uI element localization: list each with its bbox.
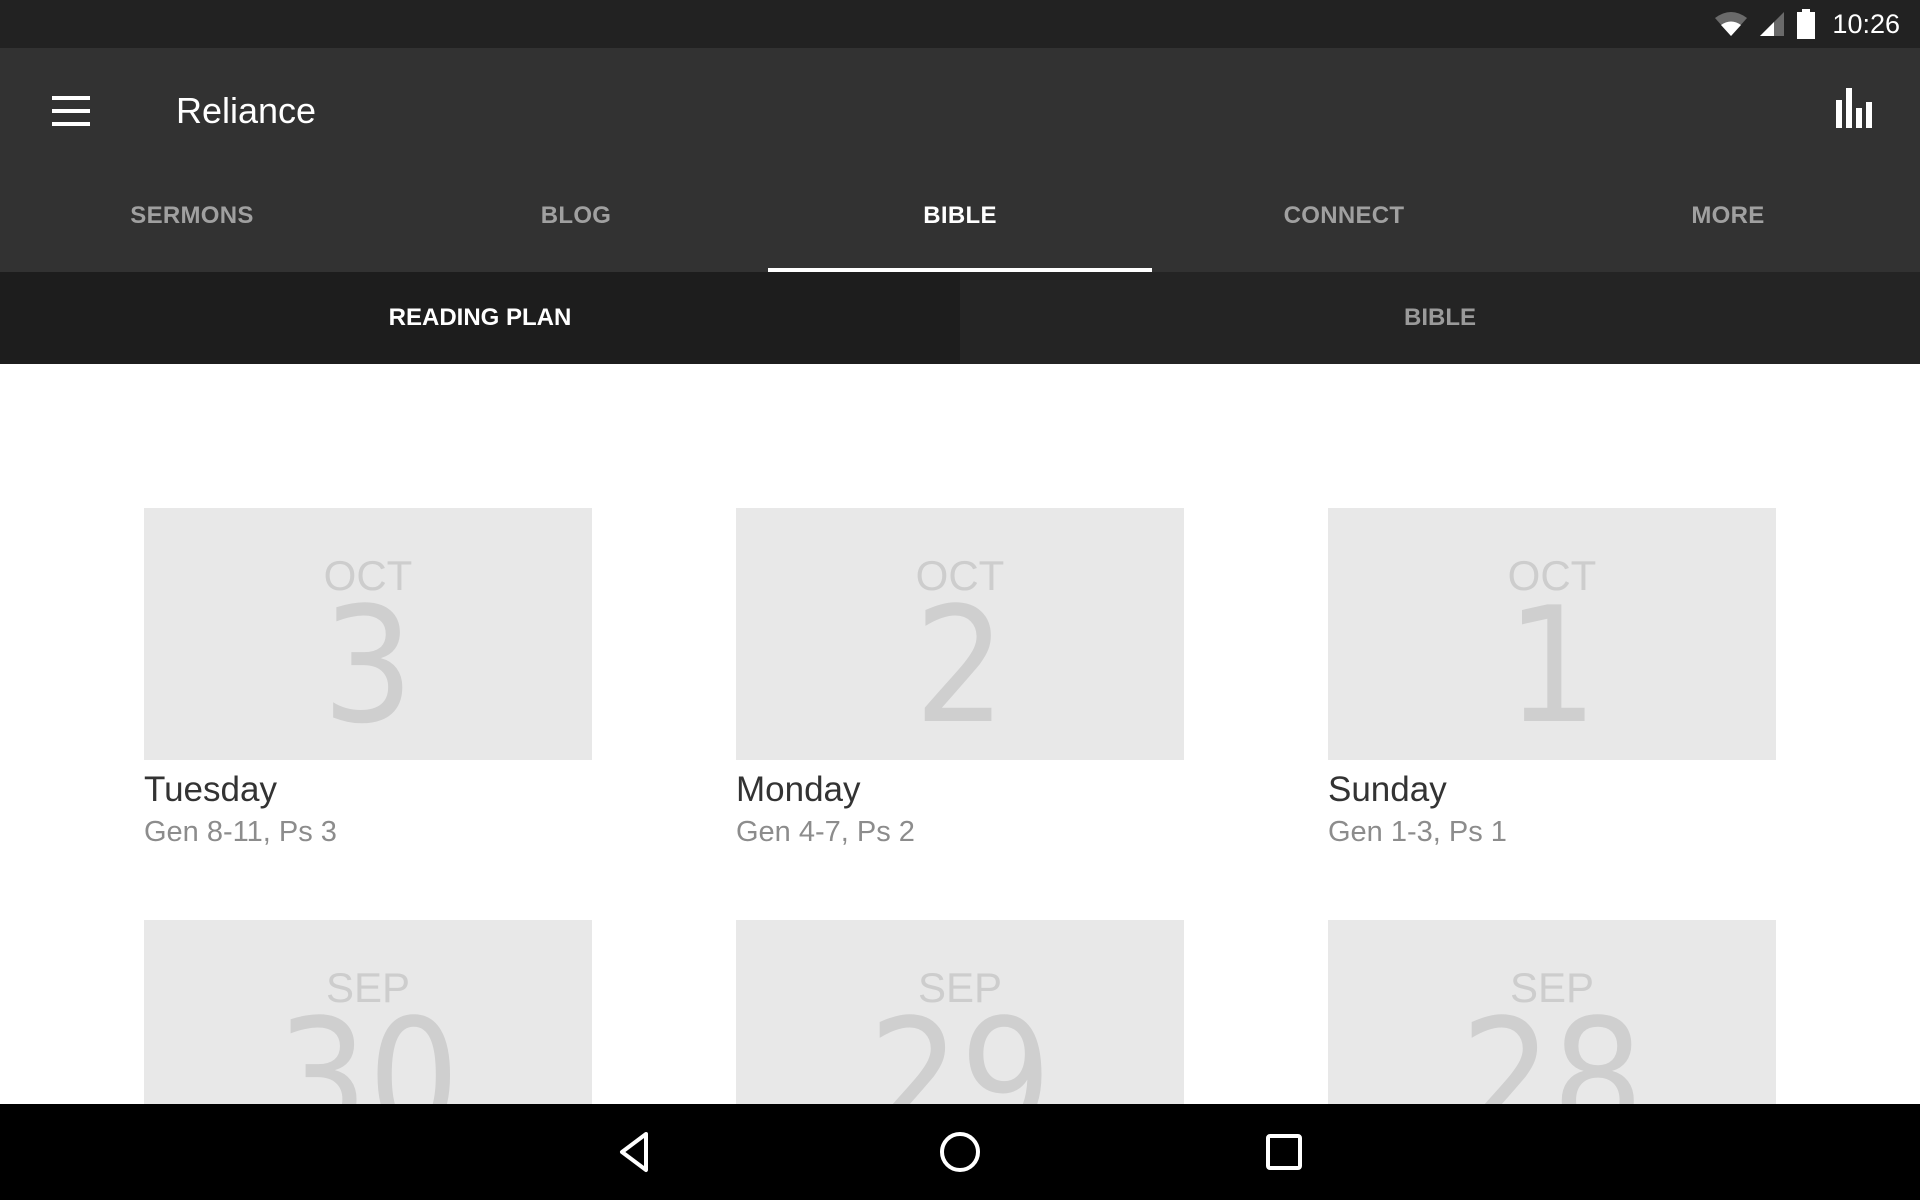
date-thumbnail: OCT 3 xyxy=(144,508,592,760)
bar-chart-icon[interactable] xyxy=(1834,88,1874,132)
main-tabs: SERMONS BLOG BIBLE CONNECT MORE xyxy=(0,160,1920,272)
day-number: 1 xyxy=(1506,572,1598,759)
tab-connect[interactable]: CONNECT xyxy=(1152,160,1536,272)
day-number: 30 xyxy=(276,984,460,1105)
tab-blog[interactable]: BLOG xyxy=(384,160,768,272)
weekday-label: Tuesday xyxy=(144,770,277,809)
system-nav-bar xyxy=(0,1104,1920,1200)
date-thumbnail: OCT 1 xyxy=(1328,508,1776,760)
home-icon[interactable] xyxy=(936,1128,984,1176)
tab-sermons[interactable]: SERMONS xyxy=(0,160,384,272)
cell-signal-icon xyxy=(1760,12,1785,36)
sub-tabs: READING PLAN BIBLE xyxy=(0,272,1920,364)
status-bar: 10:26 xyxy=(0,0,1920,48)
day-number: 3 xyxy=(322,572,414,759)
date-thumbnail: SEP 29 xyxy=(736,920,1184,1104)
app-bar: Reliance SERMONS BLOG BIBLE CONNECT MORE xyxy=(0,48,1920,272)
passage-label: Gen 8-11, Ps 3 xyxy=(144,816,337,848)
reading-card[interactable]: OCT 1 Sunday Gen 1-3, Ps 1 xyxy=(1328,508,1776,849)
date-thumbnail: SEP 28 xyxy=(1328,920,1776,1104)
reading-card[interactable]: OCT 3 Tuesday Gen 8-11, Ps 3 xyxy=(144,508,592,849)
back-icon[interactable] xyxy=(612,1128,660,1176)
reading-plan-grid: OCT 3 Tuesday Gen 8-11, Ps 3 OCT 2 Monda… xyxy=(0,364,1920,1104)
battery-icon xyxy=(1797,9,1816,39)
day-number: 29 xyxy=(868,984,1052,1105)
app-title: Reliance xyxy=(176,90,317,131)
date-thumbnail: SEP 30 xyxy=(144,920,592,1104)
date-thumbnail: OCT 2 xyxy=(736,508,1184,760)
passage-label: Gen 4-7, Ps 2 xyxy=(736,816,915,848)
subtab-reading-plan[interactable]: READING PLAN xyxy=(0,272,960,364)
tab-bible[interactable]: BIBLE xyxy=(768,160,1152,272)
weekday-label: Sunday xyxy=(1328,770,1447,809)
status-icons: 10:26 xyxy=(1714,0,1900,48)
tab-more[interactable]: MORE xyxy=(1536,160,1920,272)
weekday-label: Monday xyxy=(736,770,861,809)
day-number: 28 xyxy=(1460,984,1644,1105)
reading-card[interactable]: SEP 29 xyxy=(736,920,1184,1104)
subtab-bible[interactable]: BIBLE xyxy=(960,272,1920,364)
reading-card[interactable]: OCT 2 Monday Gen 4-7, Ps 2 xyxy=(736,508,1184,849)
passage-label: Gen 1-3, Ps 1 xyxy=(1328,816,1507,848)
reading-card[interactable]: SEP 30 xyxy=(144,920,592,1104)
hamburger-menu-icon[interactable] xyxy=(52,96,90,126)
clock: 10:26 xyxy=(1832,8,1900,39)
day-number: 2 xyxy=(914,572,1006,759)
recents-icon[interactable] xyxy=(1260,1128,1308,1176)
wifi-icon xyxy=(1715,12,1748,36)
reading-card[interactable]: SEP 28 xyxy=(1328,920,1776,1104)
